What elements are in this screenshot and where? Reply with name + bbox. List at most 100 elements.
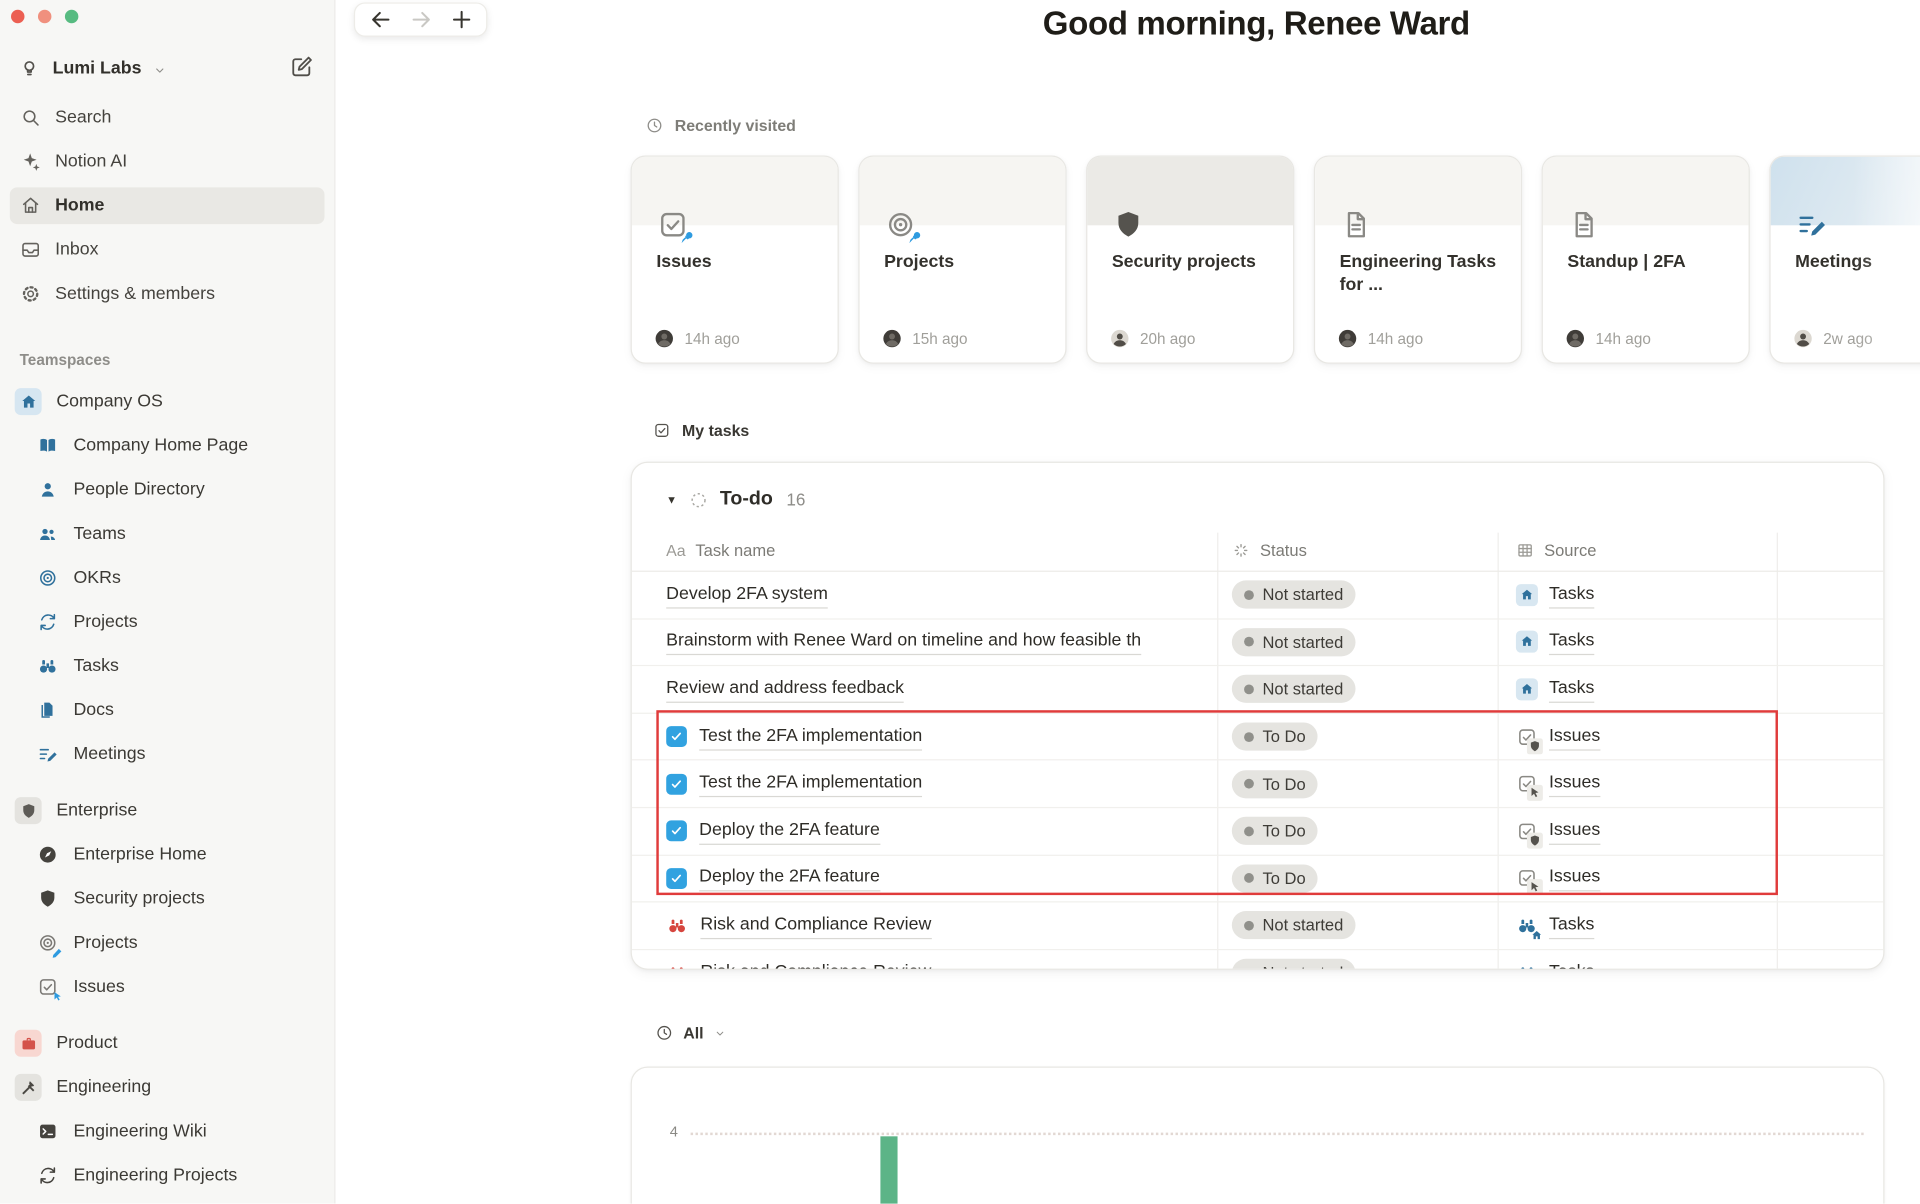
back-button[interactable]	[368, 7, 392, 31]
task-name-cell: Risk and Compliance Review	[666, 950, 1207, 970]
task-name-link[interactable]: Develop 2FA system	[666, 581, 828, 608]
status-dot-icon	[1244, 826, 1254, 836]
sidebar-item-notion-ai[interactable]: Notion AI	[10, 143, 325, 180]
teamspace-company-os[interactable]: Company OS	[10, 383, 325, 420]
cursor-badge-icon	[1527, 785, 1543, 801]
sidebar-item-inbox[interactable]: Inbox	[10, 231, 325, 268]
task-name-link[interactable]: Brainstorm with Renee Ward on timeline a…	[666, 629, 1141, 656]
task-checkbox-checked[interactable]	[666, 726, 687, 747]
sidebar-item-search[interactable]: Search	[10, 99, 325, 136]
sidebar-page-label: Issues	[73, 977, 124, 997]
avatar	[654, 328, 675, 349]
recent-card-meetings[interactable]: Meetings 2w ago	[1769, 156, 1920, 364]
task-name-link[interactable]: Deploy the 2FA feature	[699, 818, 880, 845]
source-link[interactable]: Tasks	[1549, 912, 1594, 939]
sidebar-page-label: Engineering Projects	[73, 1166, 237, 1186]
sidebar-page-security-projects[interactable]: Security projects	[10, 880, 325, 917]
workspace-switcher[interactable]: Lumi Labs	[10, 50, 300, 87]
source-link[interactable]: Tasks	[1549, 629, 1594, 656]
task-name-link[interactable]: Review and address feedback	[666, 676, 904, 703]
zoom-window-icon[interactable]	[65, 10, 78, 23]
source-link[interactable]: Issues	[1549, 723, 1600, 750]
status-badge[interactable]: To Do	[1232, 864, 1318, 892]
task-name-link[interactable]: Test the 2FA implementation	[699, 723, 922, 750]
recent-card-projects[interactable]: Projects 15h ago	[858, 156, 1066, 364]
recent-card-issues[interactable]: Issues 14h ago	[631, 156, 839, 364]
source-link[interactable]: Issues	[1549, 818, 1600, 845]
sidebar-page-issues[interactable]: Issues	[10, 969, 325, 1006]
status-dot-icon	[1244, 874, 1254, 884]
teamspace-enterprise[interactable]: Enterprise	[10, 792, 325, 829]
status-badge[interactable]: To Do	[1232, 723, 1318, 751]
sidebar-page-tasks[interactable]: Tasks	[10, 648, 325, 685]
close-window-icon[interactable]	[11, 10, 24, 23]
sidebar-item-home[interactable]: Home	[10, 187, 325, 224]
docfile-icon	[1340, 208, 1373, 241]
status-cell: Not started	[1232, 903, 1356, 949]
column-header-status[interactable]: Status	[1232, 533, 1307, 567]
sidebar-page-people-directory[interactable]: People Directory	[10, 471, 325, 508]
source-link[interactable]: Issues	[1549, 770, 1600, 797]
compose-icon[interactable]	[289, 54, 315, 80]
status-badge[interactable]: To Do	[1232, 817, 1318, 845]
sidebar-page-engineering-projects[interactable]: Engineering Projects	[10, 1157, 325, 1194]
sidebar-page-docs[interactable]: Docs	[10, 692, 325, 729]
sidebar-page-okrs[interactable]: OKRs	[10, 560, 325, 597]
source-link[interactable]: Tasks	[1549, 959, 1594, 969]
column-header-task-name[interactable]: Aa Task name	[666, 533, 775, 567]
source-link[interactable]: Tasks	[1549, 676, 1594, 703]
card-footer: 2w ago	[1793, 328, 1873, 349]
sidebar-page-company-home-page[interactable]: Company Home Page	[10, 427, 325, 464]
status-badge[interactable]: Not started	[1232, 675, 1356, 703]
column-header-source[interactable]: Source	[1516, 533, 1597, 567]
task-name-link[interactable]: Risk and Compliance Review	[700, 912, 931, 939]
sidebar-page-label: Engineering Wiki	[73, 1122, 206, 1142]
card-visited-time: 2w ago	[1823, 330, 1872, 347]
task-name-link[interactable]: Deploy the 2FA feature	[699, 865, 880, 892]
status-badge[interactable]: Not started	[1232, 581, 1356, 609]
status-badge[interactable]: Not started	[1232, 959, 1356, 970]
home-badge-icon	[1531, 929, 1543, 941]
source-cell: Tasks	[1516, 950, 1594, 970]
card-header	[1771, 157, 1920, 226]
task-name-link[interactable]: Test the 2FA implementation	[699, 770, 922, 797]
source-link[interactable]: Tasks	[1549, 581, 1594, 608]
text-type-icon: Aa	[666, 541, 685, 559]
recent-card-security-projects[interactable]: Security projects 20h ago	[1086, 156, 1294, 364]
status-badge[interactable]: Not started	[1232, 628, 1356, 656]
sidebar-page-engineering-wiki[interactable]: Engineering Wiki	[10, 1113, 325, 1150]
task-checkbox-checked[interactable]	[666, 821, 687, 842]
sidebar-page-teams[interactable]: Teams	[10, 516, 325, 553]
teamspace-product[interactable]: Product	[10, 1025, 325, 1062]
task-name-link[interactable]: Risk and Compliance Review	[700, 959, 931, 969]
task-checkbox-checked[interactable]	[666, 868, 687, 889]
filter-dropdown[interactable]: All	[655, 1024, 726, 1042]
forward-button[interactable]	[408, 7, 432, 31]
todo-group-toggle[interactable]: ▼ To-do 16	[666, 489, 805, 511]
bar	[880, 1136, 897, 1203]
sidebar-item-settings-members[interactable]: Settings & members	[10, 276, 325, 313]
sidebar-page-label: Teams	[73, 524, 125, 544]
status-badge[interactable]: Not started	[1232, 912, 1356, 940]
sidebar-page-projects[interactable]: Projects	[10, 604, 325, 641]
tasks-home-icon	[1516, 631, 1538, 653]
inbox-icon	[20, 239, 42, 261]
briefcase-icon	[19, 1034, 37, 1052]
new-tab-button[interactable]	[449, 7, 473, 31]
task-name-cell: Deploy the 2FA feature	[666, 808, 1207, 854]
table-row: Review and address feedback Not started …	[632, 666, 1883, 713]
sidebar-page-enterprise-home[interactable]: Enterprise Home	[10, 836, 325, 873]
teamspace-engineering[interactable]: Engineering	[10, 1069, 325, 1106]
sidebar-page-projects[interactable]: Projects	[10, 924, 325, 961]
task-checkbox-checked[interactable]	[666, 773, 687, 794]
book-icon	[37, 435, 59, 457]
recent-card-engineering-tasks-for[interactable]: Engineering Tasks for ... 14h ago	[1314, 156, 1522, 364]
source-link[interactable]: Issues	[1549, 865, 1600, 892]
status-dot-icon	[1244, 732, 1254, 742]
minimize-window-icon[interactable]	[38, 10, 51, 23]
history-nav	[354, 2, 487, 36]
sidebar: Lumi Labs Search Notion AI Home Inbox Se…	[0, 0, 336, 1204]
recent-card-standup-2fa[interactable]: Standup | 2FA 14h ago	[1542, 156, 1750, 364]
status-badge[interactable]: To Do	[1232, 770, 1318, 798]
sidebar-page-meetings[interactable]: Meetings	[10, 736, 325, 773]
